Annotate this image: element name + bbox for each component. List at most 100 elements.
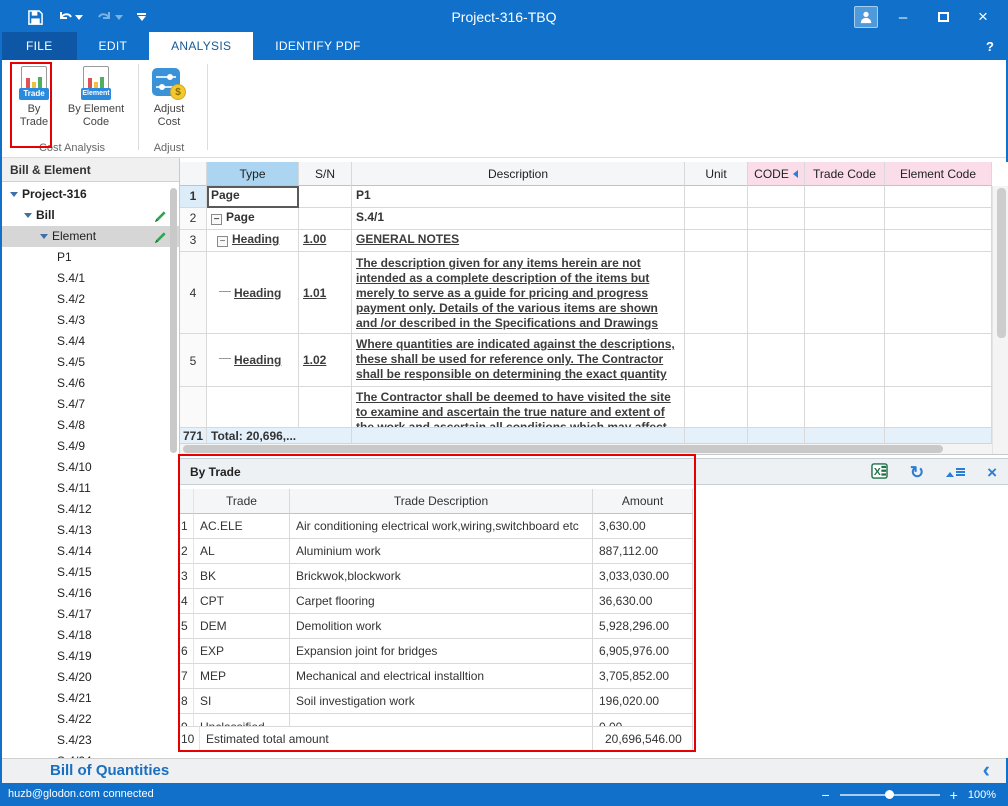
cell-code[interactable] [748, 186, 805, 208]
tree-leaf-page[interactable]: S.4/19 [2, 646, 179, 667]
tree-item-bill[interactable]: Bill [2, 205, 179, 226]
user-account-icon[interactable] [854, 6, 878, 28]
refresh-icon[interactable]: ↻ [910, 464, 924, 481]
tab-analysis[interactable]: ANALYSIS [149, 32, 253, 60]
cell-sn[interactable] [299, 186, 352, 208]
bill-of-quantities-label[interactable]: Bill of Quantities [50, 759, 169, 784]
cell-unit[interactable] [685, 230, 748, 252]
cell-trade[interactable]: MEP [194, 664, 290, 689]
cell-trade-description[interactable]: Expansion joint for bridges [290, 639, 593, 664]
tree-leaf-page[interactable]: S.4/2 [2, 289, 179, 310]
column-header-type[interactable]: Type [207, 162, 299, 186]
cell-code[interactable] [748, 230, 805, 252]
cell-trade[interactable]: SI [194, 689, 290, 714]
cell-unit[interactable] [685, 186, 748, 208]
tree-leaf-page[interactable]: S.4/17 [2, 604, 179, 625]
cell-trade-code[interactable] [805, 230, 885, 252]
cell-trade[interactable]: AL [194, 539, 290, 564]
tree-leaf-page[interactable]: S.4/1 [2, 268, 179, 289]
row-number[interactable]: 4 [180, 252, 207, 334]
cell-trade-code[interactable] [805, 387, 885, 428]
cell-amount[interactable]: 3,630.00 [593, 514, 693, 539]
cell-amount[interactable]: 36,630.00 [593, 589, 693, 614]
tree-leaf-page[interactable]: S.4/6 [2, 373, 179, 394]
cell-unit[interactable] [685, 334, 748, 387]
cell-trade[interactable]: EXP [194, 639, 290, 664]
tree-leaf-page[interactable]: S.4/3 [2, 310, 179, 331]
cell-description[interactable]: S.4/1 [352, 208, 685, 230]
column-header-unit[interactable]: Unit [685, 162, 748, 186]
tree-leaf-page[interactable]: S.4/22 [2, 709, 179, 730]
collapse-icon[interactable]: − [217, 236, 228, 247]
cell-description[interactable]: P1 [352, 186, 685, 208]
cell-amount[interactable]: 6,905,976.00 [593, 639, 693, 664]
cell-description[interactable]: The description given for any items here… [352, 252, 685, 334]
cell-code[interactable] [748, 334, 805, 387]
zoom-in-button[interactable]: + [950, 787, 958, 803]
cell-total-label[interactable]: Estimated total amount [200, 727, 593, 752]
row-number[interactable]: 5 [180, 334, 207, 387]
scrollbar-thumb[interactable] [997, 188, 1006, 338]
tree-leaf-page[interactable]: S.4/7 [2, 394, 179, 415]
cell-code[interactable] [748, 208, 805, 230]
column-header-trade-code[interactable]: Trade Code [805, 162, 885, 186]
cell-trade-description[interactable]: Air conditioning electrical work,wiring,… [290, 514, 593, 539]
tree-leaf-page[interactable]: S.4/11 [2, 478, 179, 499]
expand-triangle-icon[interactable] [40, 234, 48, 239]
cell-trade[interactable]: Unclassified [194, 714, 290, 726]
tree-leaf-page[interactable]: S.4/9 [2, 436, 179, 457]
tree-leaf-page[interactable]: S.4/20 [2, 667, 179, 688]
tree-leaf-page[interactable]: S.4/18 [2, 625, 179, 646]
cell-sn[interactable] [299, 208, 352, 230]
cell-amount[interactable]: 3,705,852.00 [593, 664, 693, 689]
maximize-button[interactable] [928, 5, 958, 29]
column-header-trade-description[interactable]: Trade Description [290, 489, 593, 514]
panel-close-icon[interactable]: × [987, 464, 997, 481]
undo-button[interactable] [57, 10, 83, 24]
redo-dropdown-icon[interactable] [115, 15, 123, 20]
tree-leaf-page[interactable]: S.4/4 [2, 331, 179, 352]
row-number[interactable] [180, 387, 207, 428]
tab-identify-pdf[interactable]: IDENTIFY PDF [253, 32, 382, 60]
cell-description[interactable]: Where quantities are indicated against t… [352, 334, 685, 387]
cell-trade[interactable]: CPT [194, 589, 290, 614]
cell-trade-code[interactable] [805, 334, 885, 387]
cell-amount[interactable]: 887,112.00 [593, 539, 693, 564]
row-number[interactable]: 3 [180, 230, 207, 252]
cell-trade-code[interactable] [805, 252, 885, 334]
tree-leaf-page[interactable]: S.4/10 [2, 457, 179, 478]
grid-vertical-scrollbar[interactable] [992, 186, 1008, 454]
tree-leaf-page[interactable]: S.4/8 [2, 415, 179, 436]
tree-leaf-page[interactable]: S.4/16 [2, 583, 179, 604]
tree-item-element[interactable]: Element [2, 226, 179, 247]
cell-element-code[interactable] [885, 208, 992, 230]
code-sort-indicator-icon[interactable] [793, 170, 798, 178]
column-header-code[interactable]: CODE [748, 162, 805, 186]
cell-type[interactable]: Heading [207, 334, 299, 387]
expand-triangle-icon[interactable] [10, 192, 18, 197]
cell-description[interactable]: The Contractor shall be deemed to have v… [352, 387, 685, 428]
tree-leaf-page[interactable]: S.4/13 [2, 520, 179, 541]
help-button[interactable]: ? [986, 32, 994, 60]
tree-item-project[interactable]: Project-316 [2, 184, 179, 205]
cell-code[interactable] [748, 252, 805, 334]
column-header-sn[interactable]: S/N [299, 162, 352, 186]
scrollbar-thumb[interactable] [183, 445, 943, 453]
column-header-amount[interactable]: Amount [593, 489, 693, 514]
cell-trade-description[interactable]: Aluminium work [290, 539, 593, 564]
cell-trade-code[interactable] [805, 186, 885, 208]
cell-element-code[interactable] [885, 230, 992, 252]
corner-header-cell[interactable] [180, 162, 207, 186]
collapse-icon[interactable]: − [211, 214, 222, 225]
cell-type[interactable] [207, 387, 299, 428]
cell-trade-description[interactable]: Demolition work [290, 614, 593, 639]
row-number[interactable]: 2 [180, 208, 207, 230]
cell-type[interactable]: Heading [207, 252, 299, 334]
cell-trade-description[interactable]: Brickwok,blockwork [290, 564, 593, 589]
cell-unit[interactable] [685, 252, 748, 334]
collapse-panel-chevron-icon[interactable]: ‹ [983, 757, 990, 783]
cell-element-code[interactable] [885, 252, 992, 334]
cell-description[interactable]: GENERAL NOTES [352, 230, 685, 252]
tree-leaf-page[interactable]: S.4/24 [2, 751, 179, 758]
tree-leaf-page[interactable]: S.4/23 [2, 730, 179, 751]
